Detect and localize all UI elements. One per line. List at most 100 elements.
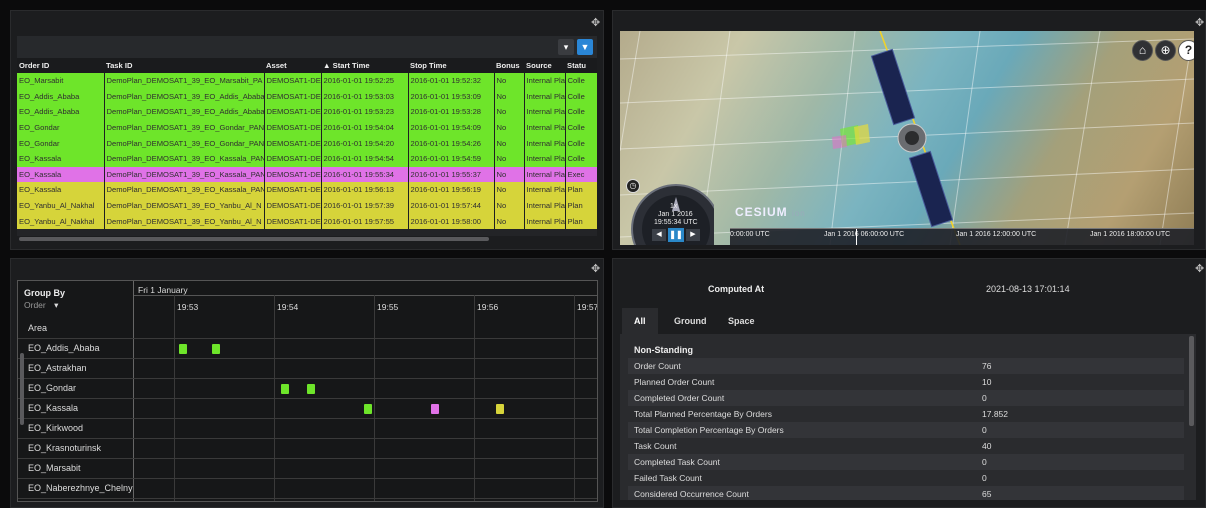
table-cell: 2016-01-01 19:56:19 (408, 182, 495, 198)
gantt-row: EO_Astrakhan (18, 359, 597, 379)
table-cell: 2016-01-01 19:58:00 (408, 213, 495, 229)
table-cell: 2016-01-01 19:54:54 (321, 150, 409, 167)
help-icon[interactable]: ? (1178, 40, 1194, 61)
gantt-row-label: EO_Astrakhan (28, 363, 87, 373)
table-row[interactable]: EO_Marsabit DemoPlan_DEMOSAT1_39_EO_Marsa… (17, 73, 597, 89)
table-cell: Internal Plan (524, 135, 566, 151)
cesium-logo-text: CESIUM (735, 205, 788, 219)
table-cell: 2016-01-01 19:54:20 (321, 135, 409, 151)
table-cell: EO_Yanbu_Al_Nakhal (17, 213, 105, 229)
orders-table-container: ▾ ▼ Order ID Task ID Asset ▲ Start Time Stop… (17, 36, 597, 242)
tab-ground[interactable]: Ground (662, 308, 719, 334)
timeline-label-3: Jan 1 2016 18:00:00 UTC (1090, 231, 1171, 238)
group-by-dropdown[interactable]: Order ▾ (24, 300, 58, 311)
table-cell: DEMOSAT1-DE (264, 150, 322, 167)
stat-label: Total Planned Percentage By Orders (634, 409, 772, 419)
speed-label: 1x (670, 203, 678, 210)
rewind-icon[interactable]: ◀ (652, 229, 666, 241)
vertical-scrollbar[interactable] (1189, 336, 1194, 426)
table-row[interactable]: EO_Addis_Ababa DemoPlan_DEMOSAT1_39_EO_Ad… (17, 104, 597, 120)
timeline-bar[interactable]: 0:00:00 UTC Jan 1 2016 06:00:00 UTC Jan … (730, 228, 1194, 245)
stat-value: 76 (982, 361, 992, 371)
stat-row: Planned Order Count 10 (628, 374, 1184, 390)
table-cell: EO_Kassala (17, 182, 105, 198)
gantt-bar[interactable] (495, 404, 504, 414)
table-cell: Internal Plan (524, 104, 566, 120)
table-cell: Internal Plan (524, 150, 566, 167)
column-header[interactable]: Bonus (494, 58, 524, 73)
timeline-label-1: Jan 1 2016 06:00:00 UTC (824, 231, 905, 238)
column-header[interactable]: Task ID (104, 58, 264, 73)
drag-handle-icon[interactable]: ✥ (591, 264, 600, 275)
table-cell: No (494, 213, 525, 229)
animation-widget[interactable]: ◷ 1x Jan 1 2016 19:55:34 UTC ◀ ❚❚ ▶ (624, 179, 714, 245)
table-cell: 2016-01-01 19:54:59 (408, 150, 495, 167)
gantt-row: EO_Kirkwood (18, 419, 597, 439)
table-cell: DemoPlan_DEMOSAT1_39_EO_Kassala_PAN (104, 150, 265, 167)
table-cell: DemoPlan_DEMOSAT1_39_EO_Kassala_PAN (104, 166, 265, 183)
gantt-bar[interactable] (364, 404, 372, 414)
gantt-bar[interactable] (179, 344, 187, 354)
horizontal-scrollbar[interactable] (17, 236, 597, 242)
table-row[interactable]: EO_Kassala DemoPlan_DEMOSAT1_39_EO_Kassal… (17, 182, 597, 198)
caret-down-icon: ▾ (54, 300, 59, 310)
pause-icon[interactable]: ❚❚ (668, 228, 684, 242)
collapse-icon[interactable]: ▾ (558, 39, 574, 55)
cesium-logo: CESIUM ion (735, 205, 806, 219)
table-cell: DEMOSAT1-DE (264, 104, 322, 120)
gantt-scrollbar[interactable] (20, 353, 24, 425)
stat-label: Total Completion Percentage By Orders (634, 425, 784, 435)
table-cell: DemoPlan_DEMOSAT1_39_EO_Kassala_PAN (104, 182, 265, 198)
table-row[interactable]: EO_Kassala DemoPlan_DEMOSAT1_39_EO_Kassal… (17, 166, 597, 183)
drag-handle-icon[interactable]: ✥ (1195, 18, 1204, 29)
table-row[interactable]: EO_Kassala DemoPlan_DEMOSAT1_39_EO_Kassal… (17, 150, 597, 167)
gantt-bar[interactable] (307, 384, 316, 394)
tab-all[interactable]: All (622, 308, 658, 334)
table-row[interactable]: EO_Yanbu_Al_Nakhal DemoPlan_DEMOSAT1_39_E… (17, 213, 597, 229)
orders-table: Order ID Task ID Asset ▲ Start Time Stop Tim… (17, 58, 597, 229)
table-cell: 2016-01-01 19:57:55 (321, 213, 409, 229)
gantt-row-label: EO_Marsabit (28, 463, 81, 473)
drag-handle-icon[interactable]: ✥ (591, 18, 600, 29)
gantt-bar[interactable] (212, 344, 221, 354)
cesium-logo-suffix: ion (792, 209, 806, 218)
table-cell: 2016-01-01 19:53:23 (321, 104, 409, 120)
tab-space[interactable]: Space (716, 308, 767, 334)
table-row[interactable]: EO_Gondar DemoPlan_DEMOSAT1_39_EO_Gondar_… (17, 119, 597, 136)
gantt-bar[interactable] (280, 384, 289, 394)
stat-value: 0 (982, 393, 987, 403)
table-cell: 2016-01-01 19:56:13 (321, 182, 409, 198)
column-header[interactable]: Stop Time (408, 58, 494, 73)
table-cell: DemoPlan_DEMOSAT1_39_EO_Yanbu_Al_N (104, 213, 265, 229)
column-header[interactable]: ▲ Start Time (321, 58, 408, 73)
gantt-bar[interactable] (430, 404, 439, 414)
table-cell: DEMOSAT1-DE (264, 182, 322, 198)
table-cell: No (494, 88, 525, 105)
cesium-globe-view[interactable]: ⌂ ⊕ ? ◷ 1x Jan 1 2016 19:55:34 UTC ◀ ❚❚ … (620, 31, 1194, 245)
column-header[interactable]: Order ID (17, 58, 104, 73)
table-row[interactable]: EO_Yanbu_Al_Nakhal DemoPlan_DEMOSAT1_39_E… (17, 197, 597, 214)
clock-icon[interactable]: ◷ (626, 179, 640, 193)
column-header[interactable]: Statu (565, 58, 597, 73)
table-row[interactable]: EO_Addis_Ababa DemoPlan_DEMOSAT1_39_EO_Ad… (17, 88, 597, 105)
table-cell: 2016-01-01 19:52:25 (321, 73, 409, 89)
timeline-needle[interactable] (856, 229, 857, 245)
table-row[interactable]: EO_Gondar DemoPlan_DEMOSAT1_39_EO_Gondar_… (17, 135, 597, 151)
column-header[interactable]: Asset (264, 58, 321, 73)
footprint-pink (832, 135, 847, 149)
play-icon[interactable]: ▶ (686, 229, 700, 241)
gantt-row: EO_Krasnoturinsk (18, 439, 597, 459)
globe-icon[interactable]: ⊕ (1155, 40, 1176, 61)
table-header-row: Order ID Task ID Asset ▲ Start Time Stop Tim… (17, 58, 597, 73)
table-cell: Internal Plan (524, 119, 566, 136)
filter-icon[interactable]: ▼ (577, 39, 593, 55)
table-cell: DEMOSAT1-DE (264, 197, 322, 214)
stat-value: 10 (982, 377, 992, 387)
stats-body: Non-Standing Order Count 76 Planned Order … (620, 334, 1196, 500)
column-header[interactable]: Source (524, 58, 565, 73)
scrollbar-thumb[interactable] (19, 237, 489, 241)
drag-handle-icon[interactable]: ✥ (1195, 264, 1204, 275)
gantt-chart: Group By Order ▾ Fri 1 January 19:53 19:5… (17, 280, 598, 502)
timeline-label-0: 0:00:00 UTC (730, 231, 770, 238)
home-icon[interactable]: ⌂ (1132, 40, 1153, 61)
